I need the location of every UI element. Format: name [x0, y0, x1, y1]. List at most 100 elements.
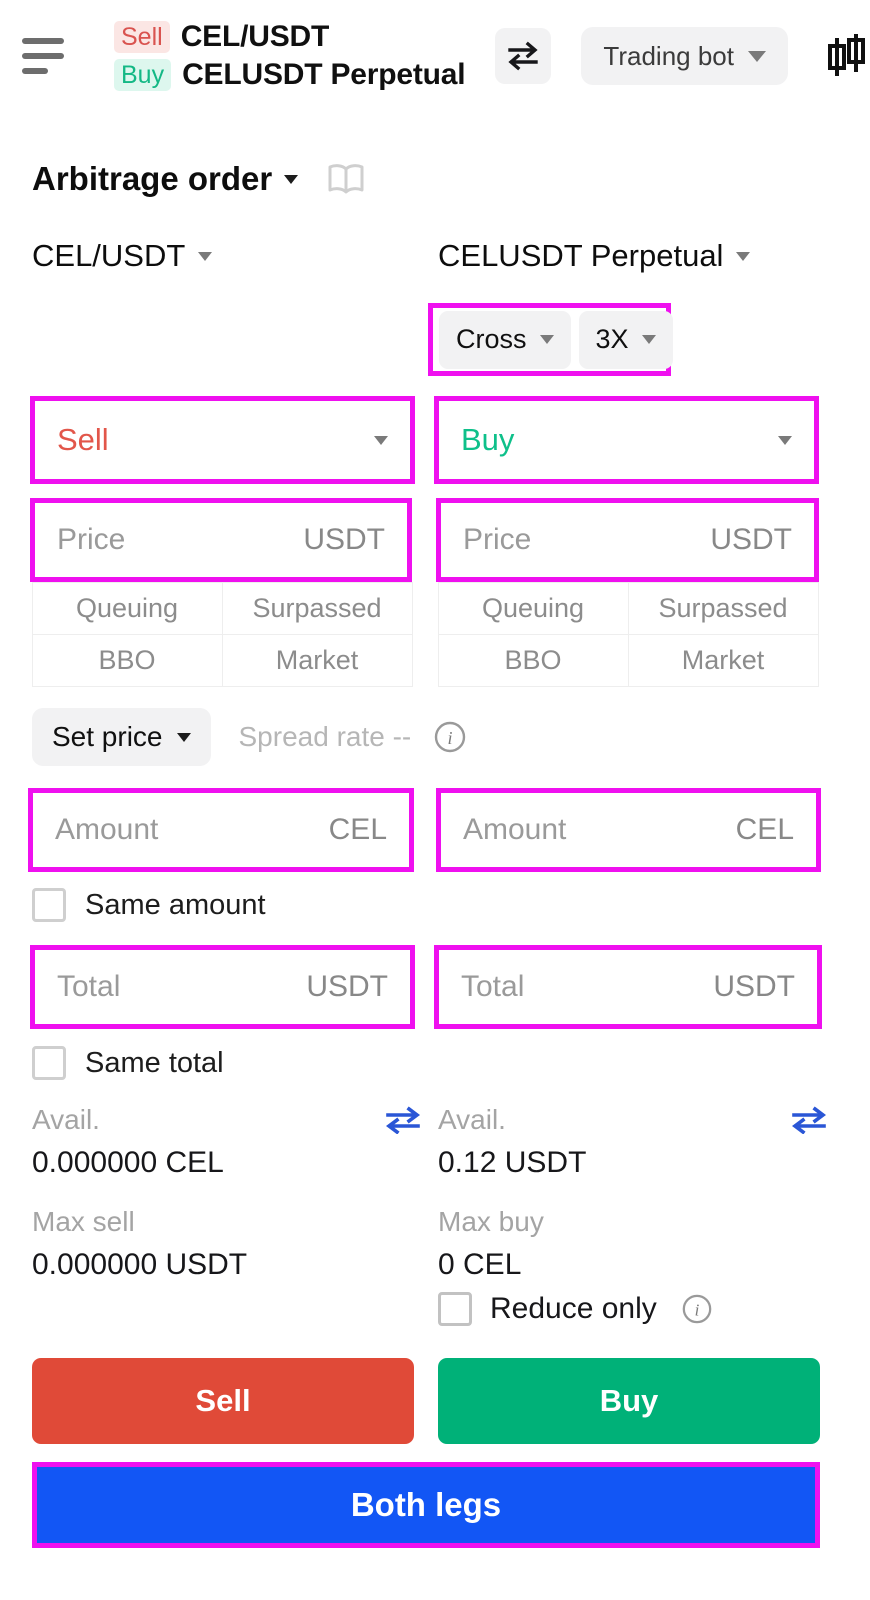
- tab-row: BBO Market: [31, 633, 413, 687]
- chevron-down-icon[interactable]: [284, 174, 299, 184]
- futures-market-label: CELUSDT Perpetual: [438, 238, 724, 273]
- transfer-icon[interactable]: [384, 1106, 422, 1134]
- tab-bbo[interactable]: BBO: [437, 633, 629, 687]
- futures-pair-row[interactable]: Buy CELUSDT Perpetual: [114, 58, 466, 92]
- sell-price-unit: USDT: [303, 523, 385, 556]
- tab-market[interactable]: Market: [627, 633, 819, 687]
- max-sell-value: 0.000000 USDT: [32, 1248, 248, 1281]
- svg-text:i: i: [448, 728, 453, 748]
- futures-pair-label: CELUSDT Perpetual: [182, 58, 466, 91]
- buy-price-type-tabs: Queuing Surpassed BBO Market: [437, 581, 819, 687]
- set-price-button[interactable]: Set price: [32, 708, 211, 766]
- buy-total-input[interactable]: Total USDT: [434, 945, 822, 1029]
- both-legs-label: Both legs: [350, 1486, 502, 1523]
- tab-surpassed[interactable]: Surpassed: [627, 581, 819, 635]
- chevron-down-icon: [198, 251, 213, 261]
- leverage-multiplier-button[interactable]: 3X: [578, 310, 673, 369]
- order-type-row: Arbitrage order: [32, 160, 366, 198]
- buy-side-dropdown[interactable]: Buy: [434, 396, 819, 484]
- reduce-only-checkbox[interactable]: [438, 1292, 472, 1326]
- same-total-checkbox-row[interactable]: Same total: [32, 1046, 224, 1080]
- sell-avail-value: 0.000000 CEL: [32, 1146, 224, 1179]
- chevron-down-icon: [747, 50, 766, 62]
- info-icon[interactable]: i: [433, 720, 467, 754]
- sell-total-placeholder: Total: [57, 970, 121, 1003]
- spot-market-selector[interactable]: CEL/USDT: [32, 238, 213, 274]
- both-legs-button[interactable]: Both legs: [37, 1467, 815, 1543]
- swap-arrows-glyph: [508, 41, 539, 71]
- app-header: Sell CEL/USDT Buy CELUSDT Perpetual Trad…: [0, 0, 870, 112]
- tab-bbo[interactable]: BBO: [31, 633, 223, 687]
- reduce-only-row[interactable]: Reduce only i: [438, 1292, 713, 1326]
- sell-price-input[interactable]: Price USDT: [30, 498, 412, 582]
- tab-market[interactable]: Market: [221, 633, 413, 687]
- buy-price-unit: USDT: [710, 523, 792, 556]
- buy-avail-label: Avail.: [438, 1104, 506, 1135]
- chevron-down-icon: [778, 435, 792, 445]
- margin-mode-button[interactable]: Cross: [439, 310, 571, 369]
- sell-amount-unit: CEL: [328, 813, 387, 846]
- pair-selector[interactable]: Sell CEL/USDT Buy CELUSDT Perpetual: [114, 20, 466, 92]
- candlestick-glyph: [827, 34, 865, 76]
- tab-queuing[interactable]: Queuing: [437, 581, 629, 635]
- chevron-down-icon: [374, 435, 388, 445]
- sell-amount-placeholder: Amount: [55, 813, 159, 846]
- sell-price-placeholder: Price: [57, 523, 126, 556]
- chevron-down-icon: [641, 335, 656, 344]
- transfer-icon[interactable]: [790, 1106, 828, 1134]
- buy-total-placeholder: Total: [461, 970, 525, 1003]
- max-buy-value: 0 CEL: [438, 1248, 522, 1281]
- tab-queuing[interactable]: Queuing: [31, 581, 223, 635]
- spot-pair-label: CEL/USDT: [180, 20, 330, 53]
- leverage-multiplier-label: 3X: [595, 324, 629, 354]
- order-type-label[interactable]: Arbitrage order: [32, 160, 272, 198]
- buy-balance-info: Avail. 0.12 USDT Max buy 0 CEL: [438, 1104, 828, 1282]
- buy-amount-unit: CEL: [735, 813, 794, 846]
- avail-header: Avail.: [438, 1104, 828, 1136]
- hamburger-icon[interactable]: [22, 36, 68, 76]
- open-book-icon[interactable]: [326, 162, 366, 196]
- sell-price-type-tabs: Queuing Surpassed BBO Market: [31, 581, 413, 687]
- sell-avail-label: Avail.: [32, 1104, 100, 1135]
- tab-row: Queuing Surpassed: [31, 581, 413, 635]
- spot-pair-row[interactable]: Sell CEL/USDT: [114, 20, 465, 54]
- same-amount-label: Same amount: [85, 888, 266, 921]
- tab-surpassed[interactable]: Surpassed: [221, 581, 413, 635]
- sell-side-dropdown[interactable]: Sell: [30, 396, 415, 484]
- market-select-row: CEL/USDT CELUSDT Perpetual: [0, 238, 870, 284]
- trading-bot-button[interactable]: Trading bot: [581, 27, 788, 85]
- chevron-down-icon: [539, 335, 554, 344]
- tab-row: BBO Market: [437, 633, 819, 687]
- info-glyph: i: [682, 1294, 712, 1324]
- buy-price-placeholder: Price: [463, 523, 532, 556]
- buy-avail-value: 0.12 USDT: [438, 1146, 587, 1179]
- sell-button[interactable]: Sell: [32, 1358, 414, 1444]
- sell-side-label: Sell: [57, 422, 109, 457]
- same-amount-checkbox[interactable]: [32, 888, 66, 922]
- spot-market-label: CEL/USDT: [32, 238, 186, 273]
- buy-side-label: Buy: [461, 422, 515, 457]
- set-price-label: Set price: [52, 721, 163, 752]
- sell-amount-input[interactable]: Amount CEL: [28, 788, 414, 872]
- same-amount-checkbox-row[interactable]: Same amount: [32, 888, 266, 922]
- set-price-row: Set price Spread rate -- i: [32, 708, 467, 766]
- swap-arrows-icon[interactable]: [495, 28, 552, 84]
- sell-balance-info: Avail. 0.000000 CEL Max sell 0.000000 US…: [32, 1104, 422, 1282]
- same-total-checkbox[interactable]: [32, 1046, 66, 1080]
- buy-amount-placeholder: Amount: [463, 813, 567, 846]
- sell-total-unit: USDT: [306, 970, 388, 1003]
- futures-market-selector[interactable]: CELUSDT Perpetual: [438, 238, 751, 274]
- info-icon[interactable]: i: [681, 1293, 713, 1325]
- buy-button-label: Buy: [599, 1383, 659, 1418]
- buy-amount-input[interactable]: Amount CEL: [436, 788, 821, 872]
- transfer-glyph: [792, 1106, 826, 1134]
- sell-total-input[interactable]: Total USDT: [30, 945, 415, 1029]
- chevron-down-icon: [736, 251, 751, 261]
- max-sell-label: Max sell: [32, 1206, 135, 1237]
- candlestick-icon[interactable]: [818, 28, 870, 84]
- same-total-label: Same total: [85, 1046, 224, 1079]
- tab-row: Queuing Surpassed: [437, 581, 819, 635]
- trading-bot-label: Trading bot: [603, 40, 734, 71]
- buy-button[interactable]: Buy: [438, 1358, 820, 1444]
- buy-price-input[interactable]: Price USDT: [436, 498, 819, 582]
